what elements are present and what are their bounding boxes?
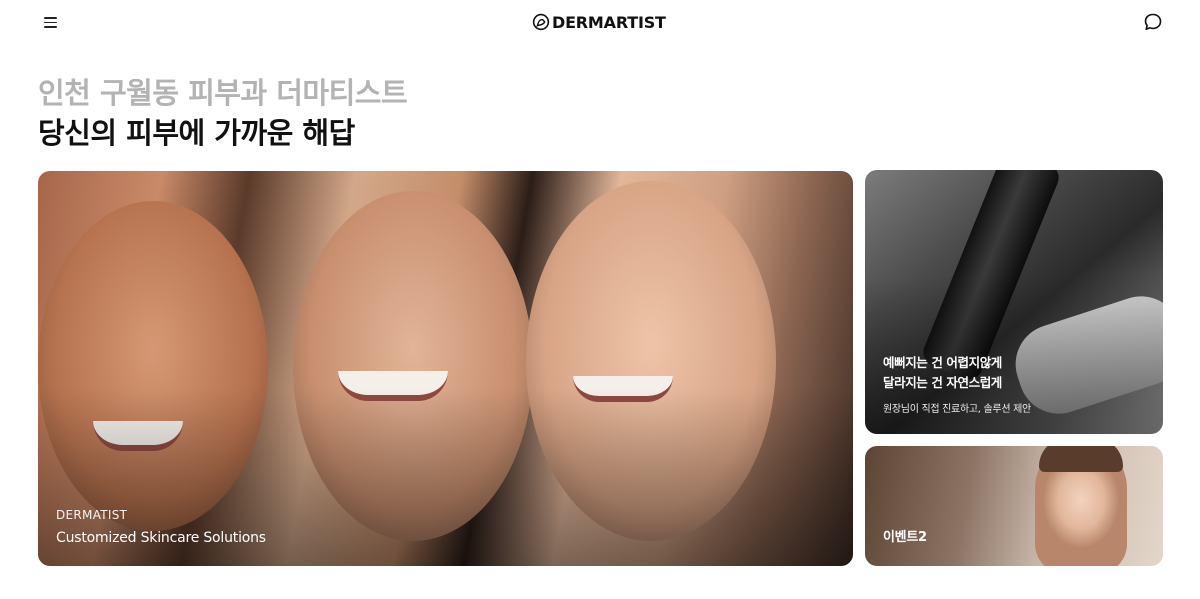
brand-name: DERMARTIST — [552, 12, 666, 32]
hero-banner[interactable]: DERMATIST Customized Skincare Solutions — [38, 171, 853, 566]
hero-caption: DERMATIST Customized Skincare Solutions — [56, 508, 266, 546]
logo-mark-icon — [532, 13, 550, 31]
promo-card-event[interactable]: 이벤트2 — [865, 446, 1163, 566]
site-logo[interactable]: DERMARTIST — [532, 11, 666, 33]
chat-bubble-icon[interactable] — [1143, 12, 1163, 32]
promo-card-line1: 예뻐지는 건 어렵지않게 — [883, 355, 1002, 370]
promo-card-caption: 예뻐지는 건 어렵지않게 달라지는 건 자연스럽게 원장님이 직접 진료하고, … — [883, 353, 1031, 415]
hero-brand-label: DERMATIST — [56, 508, 128, 522]
headline-subtitle: 인천 구월동 피부과 더마티스트 — [38, 76, 408, 110]
promo-card-line3: 원장님이 직접 진료하고, 솔루션 제안 — [883, 404, 1031, 415]
promo-card-treatment[interactable]: 예뻐지는 건 어렵지않게 달라지는 건 자연스럽게 원장님이 직접 진료하고, … — [865, 170, 1163, 434]
headline-section: 인천 구월동 피부과 더마티스트 당신의 피부에 가까운 해답 — [38, 75, 408, 151]
headline-title: 당신의 피부에 가까운 해답 — [38, 116, 355, 150]
hero-title: Customized Skincare Solutions — [56, 530, 266, 546]
top-navigation-bar: DERMARTIST — [0, 0, 1200, 44]
event-card-label: 이벤트2 — [883, 530, 927, 545]
hamburger-menu-icon[interactable] — [40, 12, 62, 32]
promo-card-line2: 달라지는 건 자연스럽게 — [883, 375, 1002, 390]
